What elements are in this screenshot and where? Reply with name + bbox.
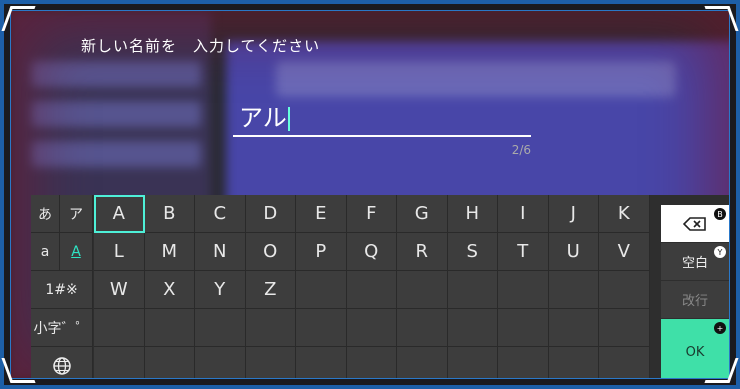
- letter-key[interactable]: H: [447, 195, 498, 233]
- letter-key[interactable]: N: [195, 233, 246, 271]
- b-button-badge: B: [714, 208, 726, 220]
- software-keyboard: ZYXWVUTSRQPONMLKJIHGFEDCBA あ ア a A 1#※ 小…: [31, 195, 729, 378]
- mode-hiragana-key[interactable]: あ: [31, 195, 60, 233]
- empty-key: [498, 271, 549, 309]
- empty-key: [397, 309, 448, 347]
- key-label: ア: [69, 206, 83, 223]
- empty-key: [144, 309, 195, 347]
- key-label: a: [40, 243, 50, 260]
- mode-uppercase-key[interactable]: A: [60, 233, 93, 271]
- empty-key: [447, 271, 498, 309]
- letter-key[interactable]: L: [94, 233, 145, 271]
- letter-key[interactable]: I: [498, 195, 549, 233]
- empty-key: [447, 309, 498, 347]
- letter-key[interactable]: V: [599, 233, 650, 271]
- mode-symbols-key[interactable]: 1#※: [31, 271, 93, 309]
- empty-key: [346, 271, 397, 309]
- letter-key[interactable]: E: [296, 195, 347, 233]
- empty-key: [296, 309, 347, 347]
- letter-key[interactable]: R: [397, 233, 448, 271]
- letter-key[interactable]: T: [498, 233, 549, 271]
- empty-key: [94, 309, 145, 347]
- letter-key[interactable]: U: [548, 233, 599, 271]
- empty-key: [498, 309, 549, 347]
- letter-key[interactable]: Z: [245, 271, 296, 309]
- empty-key: [397, 347, 448, 378]
- y-button-badge: Y: [714, 246, 726, 258]
- language-key[interactable]: [31, 347, 93, 378]
- letter-key[interactable]: D: [245, 195, 296, 233]
- character-counter: 2/6: [511, 143, 531, 157]
- ok-label: OK: [685, 344, 705, 360]
- empty-key: [599, 271, 650, 309]
- letter-key[interactable]: O: [245, 233, 296, 271]
- empty-key: [296, 347, 347, 378]
- empty-key: [94, 347, 145, 378]
- empty-key: [195, 309, 246, 347]
- empty-key: [346, 309, 397, 347]
- screen-frame: 新しい名前を 入力してください アル 2/6 ZYXWVUTSRQPONMLKJ…: [0, 0, 740, 389]
- empty-key: [599, 347, 650, 378]
- letter-key[interactable]: K: [599, 195, 650, 233]
- empty-key: [548, 271, 599, 309]
- space-label: 空白: [681, 256, 708, 271]
- letter-key[interactable]: J: [548, 195, 599, 233]
- letter-key[interactable]: W: [94, 271, 145, 309]
- empty-key: [296, 271, 347, 309]
- letter-key[interactable]: G: [397, 195, 448, 233]
- page-title: 新しい名前を 入力してください: [81, 37, 321, 55]
- letter-key[interactable]: X: [144, 271, 195, 309]
- small-char-dakuten-key[interactable]: 小字゛゜: [31, 309, 93, 347]
- empty-key: [498, 347, 549, 378]
- letter-key[interactable]: Q: [346, 233, 397, 271]
- empty-key: [346, 347, 397, 378]
- empty-key: [548, 309, 599, 347]
- empty-key: [447, 347, 498, 378]
- empty-key: [144, 347, 195, 378]
- empty-key: [548, 347, 599, 378]
- newline-key: 改行: [661, 281, 729, 318]
- name-input[interactable]: アル: [233, 101, 531, 135]
- newline-label: 改行: [681, 294, 708, 309]
- mode-lowercase-key[interactable]: a: [31, 233, 60, 271]
- key-label: 小字゛゜: [33, 320, 90, 337]
- mode-katakana-key[interactable]: ア: [60, 195, 93, 233]
- empty-key: [599, 309, 650, 347]
- letter-key[interactable]: S: [447, 233, 498, 271]
- text-caret: [287, 107, 290, 131]
- key-label: あ: [38, 206, 52, 223]
- globe-icon: [52, 356, 71, 375]
- empty-key: [245, 309, 296, 347]
- input-underline: [233, 135, 531, 137]
- name-input-area[interactable]: アル 2/6: [233, 101, 531, 157]
- name-input-value: アル: [239, 104, 287, 132]
- key-label: 1#※: [45, 281, 78, 298]
- letter-key[interactable]: Y: [195, 271, 246, 309]
- empty-key: [245, 347, 296, 378]
- backspace-key[interactable]: B: [661, 205, 729, 242]
- letter-key[interactable]: P: [296, 233, 347, 271]
- letter-key[interactable]: F: [346, 195, 397, 233]
- key-label: A: [71, 243, 81, 260]
- plus-button-badge: +: [714, 322, 726, 334]
- letter-key[interactable]: M: [144, 233, 195, 271]
- letter-key[interactable]: C: [195, 195, 246, 233]
- letter-key[interactable]: B: [144, 195, 195, 233]
- backspace-icon: [683, 216, 706, 231]
- empty-key: [195, 347, 246, 378]
- letter-key[interactable]: A: [94, 195, 145, 233]
- screen: 新しい名前を 入力してください アル 2/6 ZYXWVUTSRQPONMLKJ…: [10, 10, 730, 379]
- empty-key: [397, 271, 448, 309]
- space-key[interactable]: 空白 Y: [661, 243, 729, 280]
